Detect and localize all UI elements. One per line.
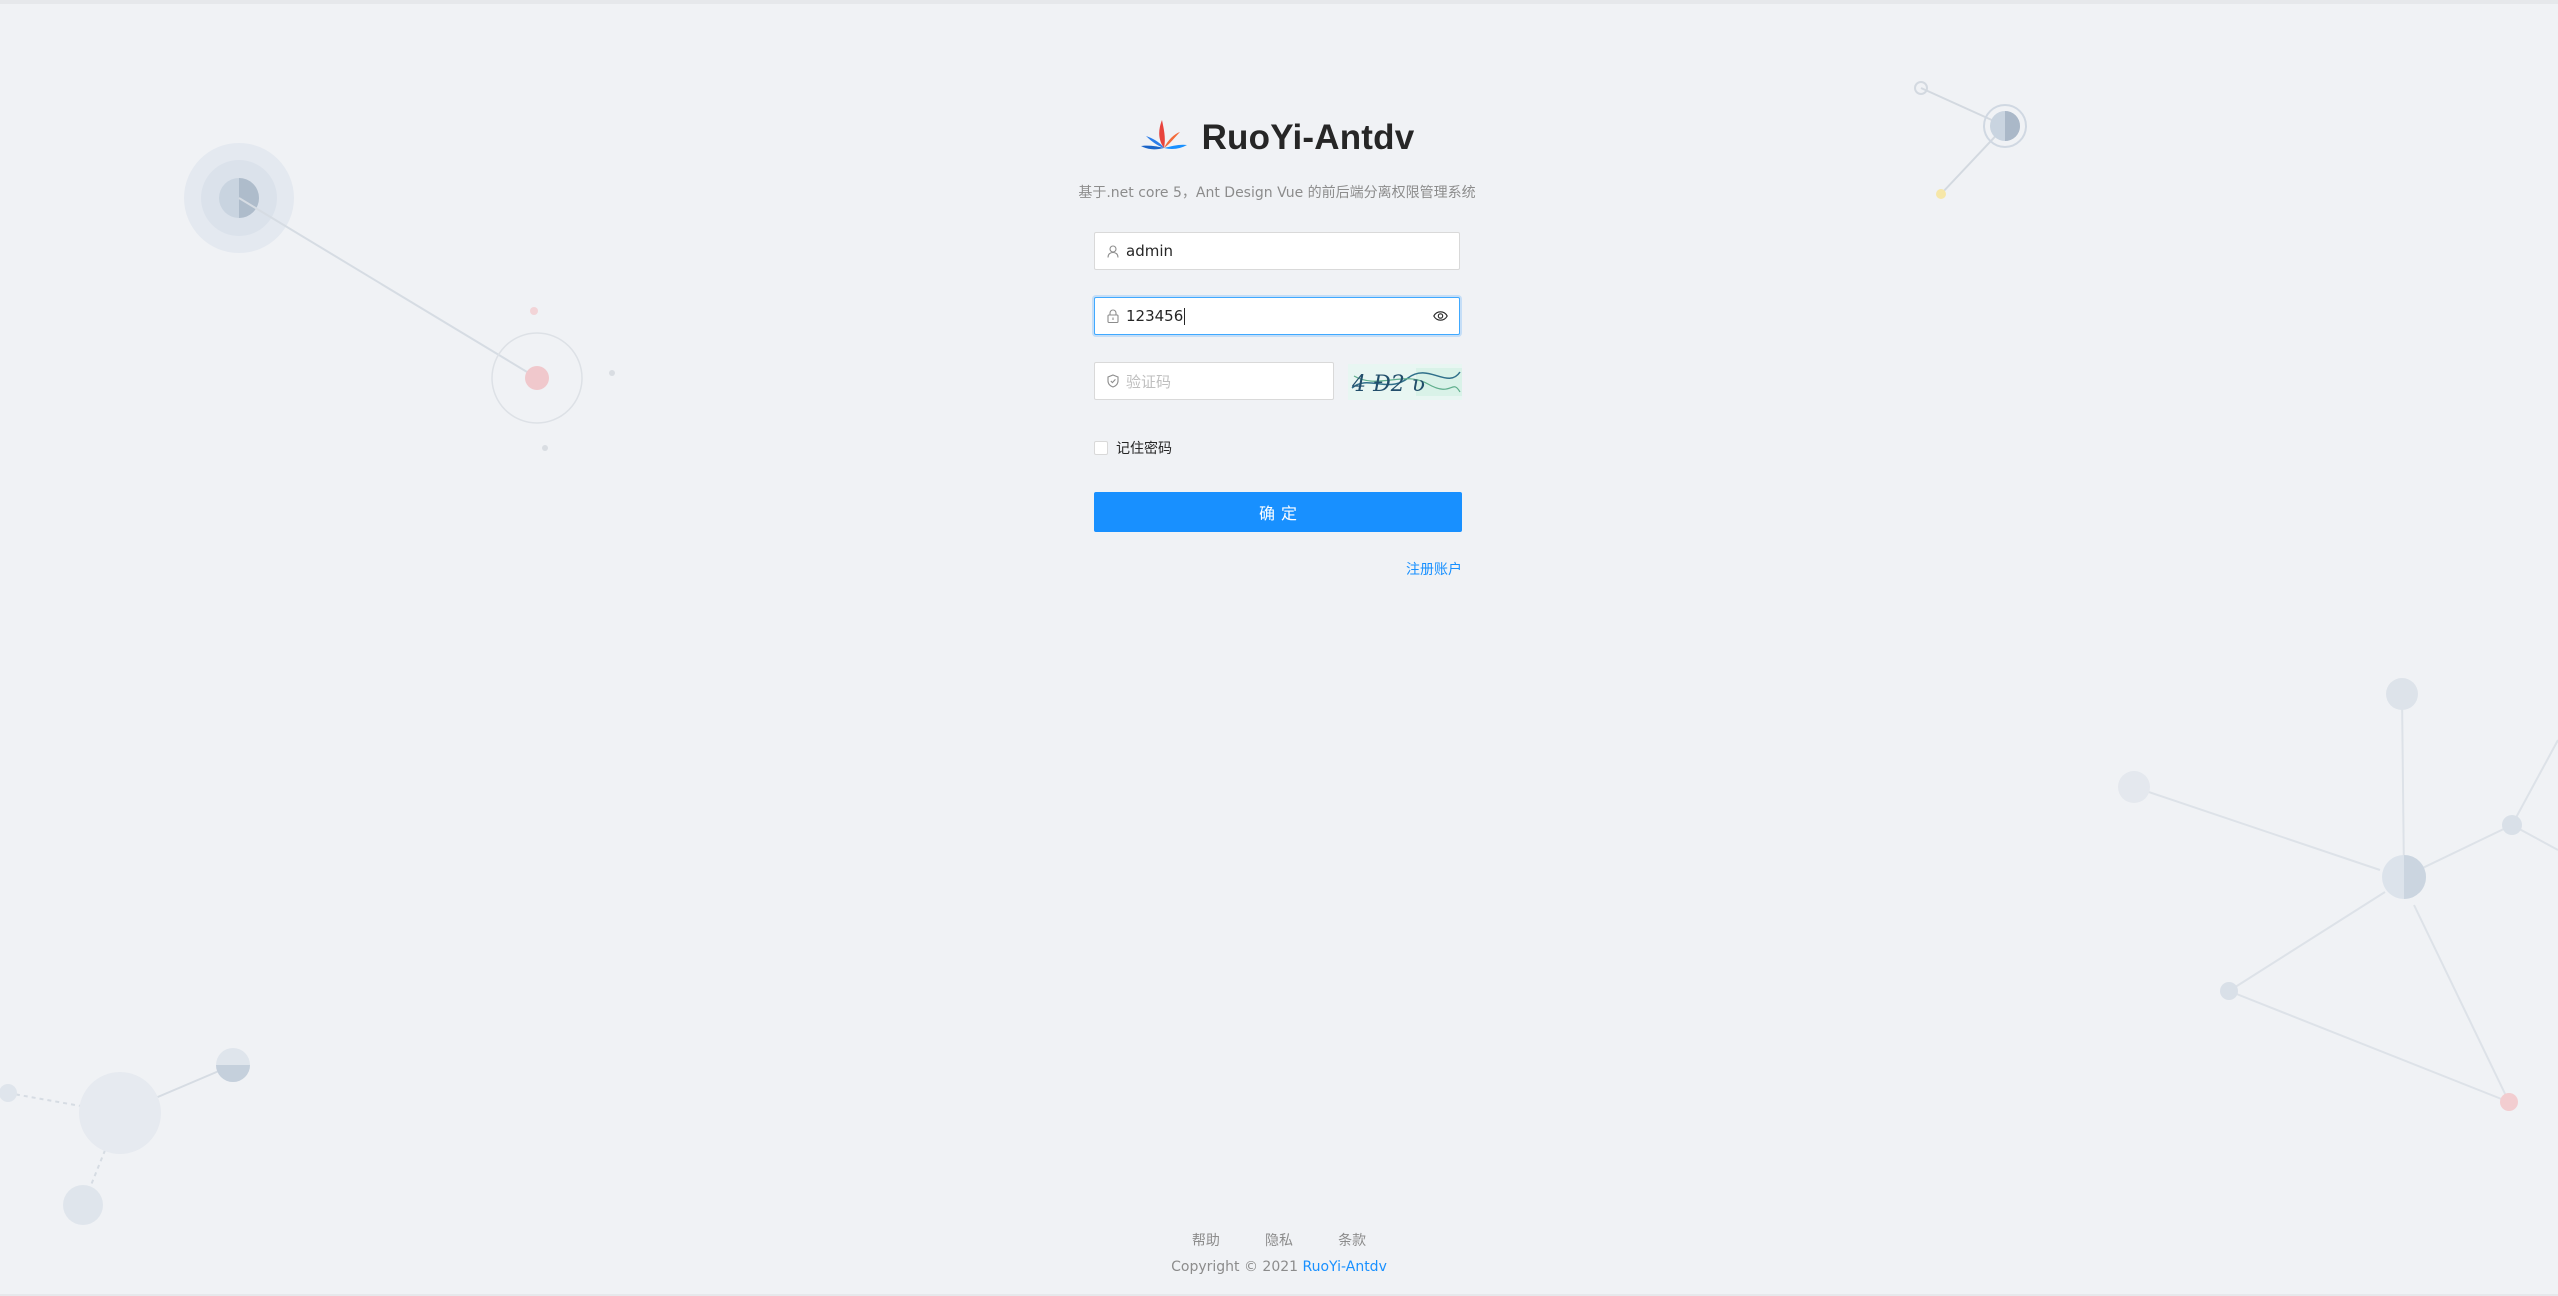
- footer-links: 帮助 隐私 条款: [0, 1230, 2558, 1250]
- bg-node: [2386, 678, 2418, 710]
- password-field[interactable]: 123456: [1094, 297, 1460, 335]
- logo-icon: [1140, 120, 1187, 150]
- lock-icon: [1106, 309, 1120, 323]
- footer-link-terms[interactable]: 条款: [1338, 1233, 1366, 1249]
- page-title: RuoYi-Antdv: [1201, 118, 1415, 157]
- captcha-text: 4 Ð2 ʋ: [1351, 372, 1425, 397]
- username-field[interactable]: admin: [1094, 232, 1460, 270]
- captcha-placeholder: 验证码: [1126, 372, 1172, 391]
- page-subtitle: 基于.net core 5，Ant Design Vue 的前后端分离权限管理系…: [1078, 185, 1476, 201]
- submit-button[interactable]: 确定: [1094, 492, 1462, 532]
- username-value: admin: [1126, 242, 1173, 260]
- copyright-brand-link[interactable]: RuoYi-Antdv: [1303, 1259, 1387, 1275]
- remember-password-label: 记住密码: [1116, 441, 1172, 457]
- footer-link-help[interactable]: 帮助: [1192, 1233, 1220, 1249]
- bg-node: [2500, 1093, 2518, 1111]
- bg-node: [2118, 771, 2150, 803]
- text-caret: [1184, 308, 1186, 325]
- bg-node: [79, 1072, 161, 1154]
- password-value: 123456: [1126, 307, 1186, 325]
- bg-node: [2220, 982, 2238, 1000]
- user-icon: [1106, 244, 1120, 258]
- bg-node: [542, 445, 548, 451]
- remember-password-checkbox[interactable]: 记住密码: [1094, 438, 1172, 458]
- register-link[interactable]: 注册账户: [1406, 559, 1462, 579]
- captcha-field[interactable]: 验证码: [1094, 362, 1334, 400]
- footer-link-privacy[interactable]: 隐私: [1265, 1233, 1293, 1249]
- bg-node: [63, 1185, 103, 1225]
- bg-node: [525, 366, 549, 390]
- copyright-text: Copyright © 2021: [1171, 1259, 1299, 1275]
- eye-icon[interactable]: [1432, 308, 1448, 324]
- checkbox-box[interactable]: [1094, 441, 1108, 455]
- captcha-image[interactable]: 4 Ð2 ʋ: [1348, 364, 1462, 400]
- bg-node: [609, 370, 615, 376]
- bg-node: [2502, 815, 2522, 835]
- bg-node: [0, 1084, 17, 1102]
- bg-node: [1936, 189, 1946, 199]
- safety-icon: [1106, 374, 1120, 388]
- copyright: Copyright © 2021 RuoYi-Antdv: [0, 1259, 2558, 1275]
- bg-node: [530, 307, 538, 315]
- brand-header: RuoYi-Antdv: [1092, 112, 1462, 164]
